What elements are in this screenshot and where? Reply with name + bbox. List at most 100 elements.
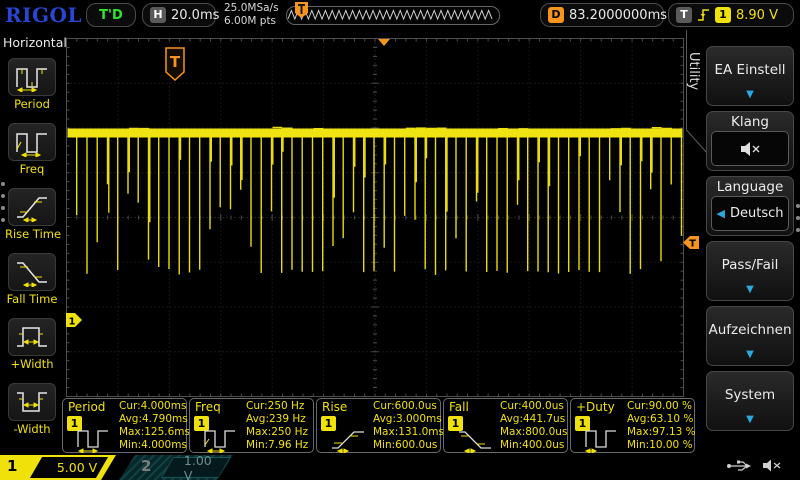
trigger-status-badge: T'D	[86, 3, 136, 27]
rise-glyph-icon	[329, 426, 369, 453]
max-value: 125.6ms	[144, 426, 190, 438]
avg-value: 441.7us	[523, 413, 565, 425]
rising-edge-icon	[697, 7, 710, 23]
menu-item-klang[interactable]: Klang	[706, 111, 794, 171]
max-value: 800.0us	[525, 426, 567, 438]
channel2-indicator[interactable]: 2 1.00 V	[119, 455, 233, 480]
rise-time-icon	[14, 192, 50, 222]
duty-glyph-icon	[583, 426, 623, 453]
measurement-panel-duty[interactable]: +Duty 1 Cur:90.00 % Avg:63.10 % Max:97.1…	[570, 398, 695, 453]
trigger-level-value: 8.90 V	[736, 8, 778, 23]
menu-item-aufzeichnen[interactable]: Aufzeichnen ▼	[706, 306, 794, 366]
language-selector[interactable]: ◀ Deutsch	[711, 196, 789, 231]
trigger-source-badge: 1	[715, 7, 731, 23]
chevron-down-icon: ▼	[707, 89, 793, 100]
measurement-name: Rise	[322, 400, 347, 414]
trigger-settings[interactable]: T 1 8.90 V	[668, 3, 794, 27]
sample-rate: 25.0MSa/s	[224, 2, 279, 15]
cur-value: 90.00 %	[649, 400, 692, 412]
measurement-panel-rise[interactable]: Rise 1 Cur:600.0us Avg:3.000ms Max:131.0…	[316, 398, 441, 453]
trigger-icon: T	[676, 7, 692, 23]
measurement-name: Freq	[195, 400, 221, 414]
freq-icon	[14, 127, 50, 157]
svg-text:T: T	[170, 53, 181, 71]
utility-menu: Utility EA Einstell ▼ Klang Language ◀ D…	[700, 30, 800, 455]
memory-trigger-flag-icon[interactable]	[294, 1, 309, 19]
memory-depth: 6.00M pts	[224, 15, 279, 28]
max-value: 97.13 %	[652, 426, 695, 438]
fall-glyph-icon	[456, 426, 496, 453]
avg-value: 3.000ms	[396, 413, 442, 425]
timebase-value: 20.0ms	[171, 8, 219, 23]
menu-item-system[interactable]: System ▼	[706, 371, 794, 431]
svg-text:T: T	[689, 239, 696, 250]
status-bar: RIGOL T'D H 20.0ms 25.0MSa/s 6.00M pts D…	[0, 0, 800, 30]
trigger-level-marker[interactable]: T	[683, 236, 699, 250]
menu-page-dot	[796, 204, 800, 208]
cur-value: 600.0us	[395, 400, 437, 412]
menu-item-language[interactable]: Language ◀ Deutsch	[706, 176, 794, 236]
min-value: 600.0us	[395, 439, 437, 451]
avg-value: 4.790ms	[142, 413, 188, 425]
cur-value: 4.000ms	[141, 400, 187, 412]
measure-item-fall-time[interactable]: Fall Time	[5, 253, 59, 306]
min-value: 4.000ms	[141, 439, 187, 451]
measurement-name: Fall	[449, 400, 469, 414]
delay-value: 83.2000000ms	[569, 8, 667, 23]
menu-item-pass-fail[interactable]: Pass/Fail ▼	[706, 241, 794, 301]
chevron-down-icon: ▼	[707, 284, 793, 295]
menu-item-ea-einstell[interactable]: EA Einstell ▼	[706, 46, 794, 106]
channel-status-bar: 1 5.00 V 2 1.00 V	[0, 455, 800, 480]
measure-item-neg-width[interactable]: -Width	[5, 383, 59, 436]
measure-item-period[interactable]: Period	[5, 58, 59, 111]
menu-page-dot	[1, 218, 5, 222]
measurement-name: Period	[68, 400, 105, 414]
chevron-down-icon: ▼	[707, 414, 793, 425]
cur-value: 250 Hz	[268, 400, 305, 412]
trigger-delay-control[interactable]: D 83.2000000ms	[540, 3, 664, 27]
chevron-left-icon: ◀	[717, 207, 725, 220]
measure-item-rise-time[interactable]: Rise Time	[5, 188, 59, 241]
usb-icon	[726, 458, 752, 473]
measure-item-freq[interactable]: Freq	[5, 123, 59, 176]
cur-value: 400.0us	[522, 400, 564, 412]
memory-position-bar[interactable]	[286, 6, 500, 25]
channel2-number: 2	[141, 457, 151, 475]
max-value: 131.0ms	[398, 426, 444, 438]
language-value: Deutsch	[730, 206, 784, 221]
channel2-scale: 1.00 V	[184, 453, 224, 480]
delay-icon: D	[548, 7, 564, 23]
measurement-panel-period[interactable]: Period 1 Cur:4.000ms Avg:4.790ms Max:125…	[62, 398, 187, 453]
horizontal-icon: H	[150, 7, 166, 23]
channel1-indicator[interactable]: 1 5.00 V	[0, 455, 116, 480]
min-value: 400.0us	[522, 439, 564, 451]
period-glyph-icon	[75, 426, 115, 453]
measure-item-pos-width[interactable]: +Width	[5, 318, 59, 371]
ch1-waveform	[68, 127, 682, 275]
menu-page-dot	[1, 194, 5, 198]
channel1-number: 1	[7, 457, 17, 475]
timebase-control[interactable]: H 20.0ms	[142, 3, 216, 27]
max-value: 250 Hz	[271, 426, 308, 438]
memory-waveform-preview	[287, 7, 497, 24]
min-value: 10.00 %	[649, 439, 692, 451]
measurement-panel-freq[interactable]: Freq 1 Cur:250 Hz Avg:239 Hz Max:250 Hz …	[189, 398, 314, 453]
oscilloscope-screen: T T 1 RIGOL T'D H 20.0ms 25.0MSa/s 6.00M p…	[0, 0, 800, 480]
svg-text:1: 1	[69, 317, 76, 328]
measurement-results-bar: Period 1 Cur:4.000ms Avg:4.790ms Max:125…	[62, 397, 702, 454]
freq-glyph-icon	[202, 426, 242, 453]
menu-tab-title: Utility	[686, 52, 701, 90]
menu-page-dot	[1, 206, 5, 210]
measurement-panel-fall[interactable]: Fall 1 Cur:400.0us Avg:441.7us Max:800.0…	[443, 398, 568, 453]
trigger-position-flag[interactable]: T	[166, 48, 184, 80]
min-value: 7.96 Hz	[268, 439, 308, 451]
menu-page-dot	[796, 228, 800, 232]
avg-value: 63.10 %	[650, 413, 693, 425]
avg-value: 239 Hz	[269, 413, 306, 425]
ch1-ground-marker[interactable]: 1	[66, 313, 82, 328]
sound-toggle-button[interactable]	[711, 131, 789, 166]
channel1-scale: 5.00 V	[57, 460, 97, 475]
plus-width-icon	[14, 322, 50, 352]
trigger-center-indicator[interactable]	[378, 39, 390, 46]
fall-time-icon	[14, 257, 50, 287]
